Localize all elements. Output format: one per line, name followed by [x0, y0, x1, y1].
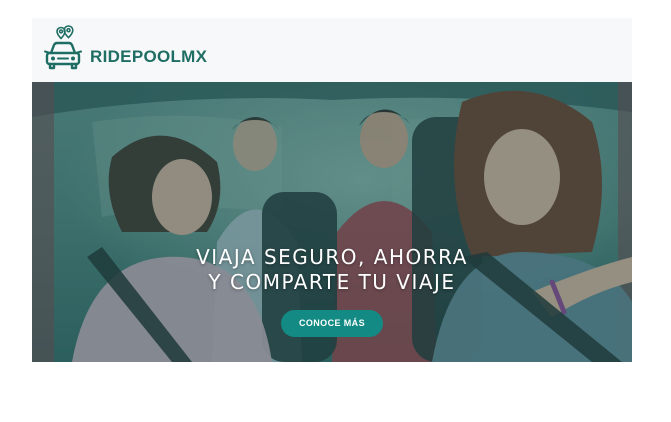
logo[interactable]: RIDEPOOLMX: [42, 25, 207, 75]
hero-headline-line1: VIAJA SEGURO, AHORRA: [196, 245, 468, 269]
hero-banner: VIAJA SEGURO, AHORRA Y COMPARTE TU VIAJE…: [32, 82, 632, 362]
site-header: RIDEPOOLMX: [32, 18, 632, 82]
hero-headline-line2: Y COMPARTE TU VIAJE: [208, 270, 456, 294]
hero-content: VIAJA SEGURO, AHORRA Y COMPARTE TU VIAJE…: [32, 245, 632, 337]
page: RIDEPOOLMX VIAJA SEGURO, AHORRA Y COMPAR…: [0, 0, 671, 422]
brand-name: RIDEPOOLMX: [90, 47, 208, 66]
hero-headline: VIAJA SEGURO, AHORRA Y COMPARTE TU VIAJE: [32, 245, 632, 295]
car-with-location-pins-icon: [44, 25, 82, 70]
conoce-mas-button[interactable]: CONOCE MÁS: [280, 310, 383, 337]
